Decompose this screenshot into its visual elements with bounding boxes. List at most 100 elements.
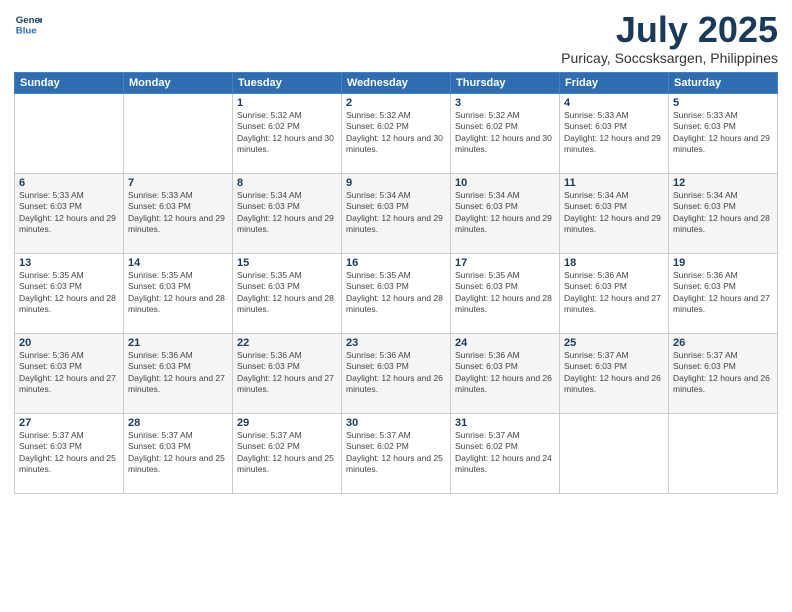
calendar-cell: 20Sunrise: 5:36 AM Sunset: 6:03 PM Dayli… [15, 333, 124, 413]
logo: General Blue [14, 10, 42, 38]
day-info: Sunrise: 5:35 AM Sunset: 6:03 PM Dayligh… [128, 270, 228, 316]
calendar-cell [669, 413, 778, 493]
svg-text:General: General [16, 15, 42, 26]
day-number: 28 [128, 417, 228, 429]
day-number: 29 [237, 417, 337, 429]
day-number: 12 [673, 177, 773, 189]
weekday-header-saturday: Saturday [669, 72, 778, 93]
title-block: July 2025 Puricay, Soccsksargen, Philipp… [561, 10, 778, 66]
weekday-header-thursday: Thursday [451, 72, 560, 93]
calendar-cell: 7Sunrise: 5:33 AM Sunset: 6:03 PM Daylig… [124, 173, 233, 253]
calendar-table: SundayMondayTuesdayWednesdayThursdayFrid… [14, 72, 778, 494]
calendar-cell: 27Sunrise: 5:37 AM Sunset: 6:03 PM Dayli… [15, 413, 124, 493]
weekday-header-row: SundayMondayTuesdayWednesdayThursdayFrid… [15, 72, 778, 93]
calendar-cell: 23Sunrise: 5:36 AM Sunset: 6:03 PM Dayli… [342, 333, 451, 413]
calendar-cell: 16Sunrise: 5:35 AM Sunset: 6:03 PM Dayli… [342, 253, 451, 333]
day-info: Sunrise: 5:32 AM Sunset: 6:02 PM Dayligh… [455, 110, 555, 156]
day-number: 8 [237, 177, 337, 189]
day-number: 7 [128, 177, 228, 189]
calendar-cell [15, 93, 124, 173]
day-info: Sunrise: 5:35 AM Sunset: 6:03 PM Dayligh… [237, 270, 337, 316]
week-row-1: 1Sunrise: 5:32 AM Sunset: 6:02 PM Daylig… [15, 93, 778, 173]
day-number: 3 [455, 97, 555, 109]
day-number: 17 [455, 257, 555, 269]
calendar-cell: 8Sunrise: 5:34 AM Sunset: 6:03 PM Daylig… [233, 173, 342, 253]
subtitle: Puricay, Soccsksargen, Philippines [561, 50, 778, 66]
header: General Blue July 2025 Puricay, Soccsksa… [14, 10, 778, 66]
calendar-cell: 24Sunrise: 5:36 AM Sunset: 6:03 PM Dayli… [451, 333, 560, 413]
page: General Blue July 2025 Puricay, Soccsksa… [0, 0, 792, 612]
day-number: 5 [673, 97, 773, 109]
day-info: Sunrise: 5:36 AM Sunset: 6:03 PM Dayligh… [455, 350, 555, 396]
day-number: 25 [564, 337, 664, 349]
calendar-cell: 30Sunrise: 5:37 AM Sunset: 6:02 PM Dayli… [342, 413, 451, 493]
week-row-2: 6Sunrise: 5:33 AM Sunset: 6:03 PM Daylig… [15, 173, 778, 253]
day-number: 4 [564, 97, 664, 109]
day-info: Sunrise: 5:37 AM Sunset: 6:03 PM Dayligh… [19, 430, 119, 476]
day-info: Sunrise: 5:32 AM Sunset: 6:02 PM Dayligh… [237, 110, 337, 156]
day-number: 13 [19, 257, 119, 269]
calendar-cell: 14Sunrise: 5:35 AM Sunset: 6:03 PM Dayli… [124, 253, 233, 333]
day-info: Sunrise: 5:34 AM Sunset: 6:03 PM Dayligh… [564, 190, 664, 236]
day-number: 19 [673, 257, 773, 269]
weekday-header-friday: Friday [560, 72, 669, 93]
calendar-cell: 4Sunrise: 5:33 AM Sunset: 6:03 PM Daylig… [560, 93, 669, 173]
calendar-cell [124, 93, 233, 173]
day-number: 20 [19, 337, 119, 349]
weekday-header-monday: Monday [124, 72, 233, 93]
calendar-cell: 29Sunrise: 5:37 AM Sunset: 6:02 PM Dayli… [233, 413, 342, 493]
calendar-cell: 2Sunrise: 5:32 AM Sunset: 6:02 PM Daylig… [342, 93, 451, 173]
day-info: Sunrise: 5:37 AM Sunset: 6:02 PM Dayligh… [455, 430, 555, 476]
day-info: Sunrise: 5:34 AM Sunset: 6:03 PM Dayligh… [673, 190, 773, 236]
day-info: Sunrise: 5:37 AM Sunset: 6:02 PM Dayligh… [346, 430, 446, 476]
day-number: 11 [564, 177, 664, 189]
day-info: Sunrise: 5:34 AM Sunset: 6:03 PM Dayligh… [455, 190, 555, 236]
day-info: Sunrise: 5:35 AM Sunset: 6:03 PM Dayligh… [455, 270, 555, 316]
calendar-cell: 26Sunrise: 5:37 AM Sunset: 6:03 PM Dayli… [669, 333, 778, 413]
day-number: 16 [346, 257, 446, 269]
calendar-cell: 12Sunrise: 5:34 AM Sunset: 6:03 PM Dayli… [669, 173, 778, 253]
calendar-cell: 6Sunrise: 5:33 AM Sunset: 6:03 PM Daylig… [15, 173, 124, 253]
day-number: 2 [346, 97, 446, 109]
week-row-5: 27Sunrise: 5:37 AM Sunset: 6:03 PM Dayli… [15, 413, 778, 493]
calendar-cell: 9Sunrise: 5:34 AM Sunset: 6:03 PM Daylig… [342, 173, 451, 253]
day-number: 14 [128, 257, 228, 269]
day-number: 31 [455, 417, 555, 429]
calendar-cell: 31Sunrise: 5:37 AM Sunset: 6:02 PM Dayli… [451, 413, 560, 493]
day-info: Sunrise: 5:37 AM Sunset: 6:03 PM Dayligh… [673, 350, 773, 396]
logo-icon: General Blue [14, 10, 42, 38]
week-row-4: 20Sunrise: 5:36 AM Sunset: 6:03 PM Dayli… [15, 333, 778, 413]
day-number: 22 [237, 337, 337, 349]
svg-text:Blue: Blue [16, 26, 37, 37]
day-number: 23 [346, 337, 446, 349]
calendar-cell: 21Sunrise: 5:36 AM Sunset: 6:03 PM Dayli… [124, 333, 233, 413]
calendar-cell: 28Sunrise: 5:37 AM Sunset: 6:03 PM Dayli… [124, 413, 233, 493]
calendar-cell: 19Sunrise: 5:36 AM Sunset: 6:03 PM Dayli… [669, 253, 778, 333]
calendar-cell: 22Sunrise: 5:36 AM Sunset: 6:03 PM Dayli… [233, 333, 342, 413]
day-number: 18 [564, 257, 664, 269]
day-info: Sunrise: 5:34 AM Sunset: 6:03 PM Dayligh… [346, 190, 446, 236]
day-info: Sunrise: 5:36 AM Sunset: 6:03 PM Dayligh… [673, 270, 773, 316]
day-info: Sunrise: 5:36 AM Sunset: 6:03 PM Dayligh… [346, 350, 446, 396]
day-info: Sunrise: 5:34 AM Sunset: 6:03 PM Dayligh… [237, 190, 337, 236]
day-info: Sunrise: 5:33 AM Sunset: 6:03 PM Dayligh… [19, 190, 119, 236]
day-info: Sunrise: 5:36 AM Sunset: 6:03 PM Dayligh… [564, 270, 664, 316]
calendar-cell: 18Sunrise: 5:36 AM Sunset: 6:03 PM Dayli… [560, 253, 669, 333]
day-number: 9 [346, 177, 446, 189]
weekday-header-sunday: Sunday [15, 72, 124, 93]
day-info: Sunrise: 5:36 AM Sunset: 6:03 PM Dayligh… [19, 350, 119, 396]
day-info: Sunrise: 5:33 AM Sunset: 6:03 PM Dayligh… [128, 190, 228, 236]
day-number: 1 [237, 97, 337, 109]
day-info: Sunrise: 5:32 AM Sunset: 6:02 PM Dayligh… [346, 110, 446, 156]
day-number: 24 [455, 337, 555, 349]
weekday-header-tuesday: Tuesday [233, 72, 342, 93]
day-info: Sunrise: 5:35 AM Sunset: 6:03 PM Dayligh… [19, 270, 119, 316]
day-info: Sunrise: 5:33 AM Sunset: 6:03 PM Dayligh… [564, 110, 664, 156]
day-number: 27 [19, 417, 119, 429]
day-info: Sunrise: 5:37 AM Sunset: 6:02 PM Dayligh… [237, 430, 337, 476]
calendar-cell: 3Sunrise: 5:32 AM Sunset: 6:02 PM Daylig… [451, 93, 560, 173]
day-number: 26 [673, 337, 773, 349]
weekday-header-wednesday: Wednesday [342, 72, 451, 93]
calendar-cell: 15Sunrise: 5:35 AM Sunset: 6:03 PM Dayli… [233, 253, 342, 333]
week-row-3: 13Sunrise: 5:35 AM Sunset: 6:03 PM Dayli… [15, 253, 778, 333]
